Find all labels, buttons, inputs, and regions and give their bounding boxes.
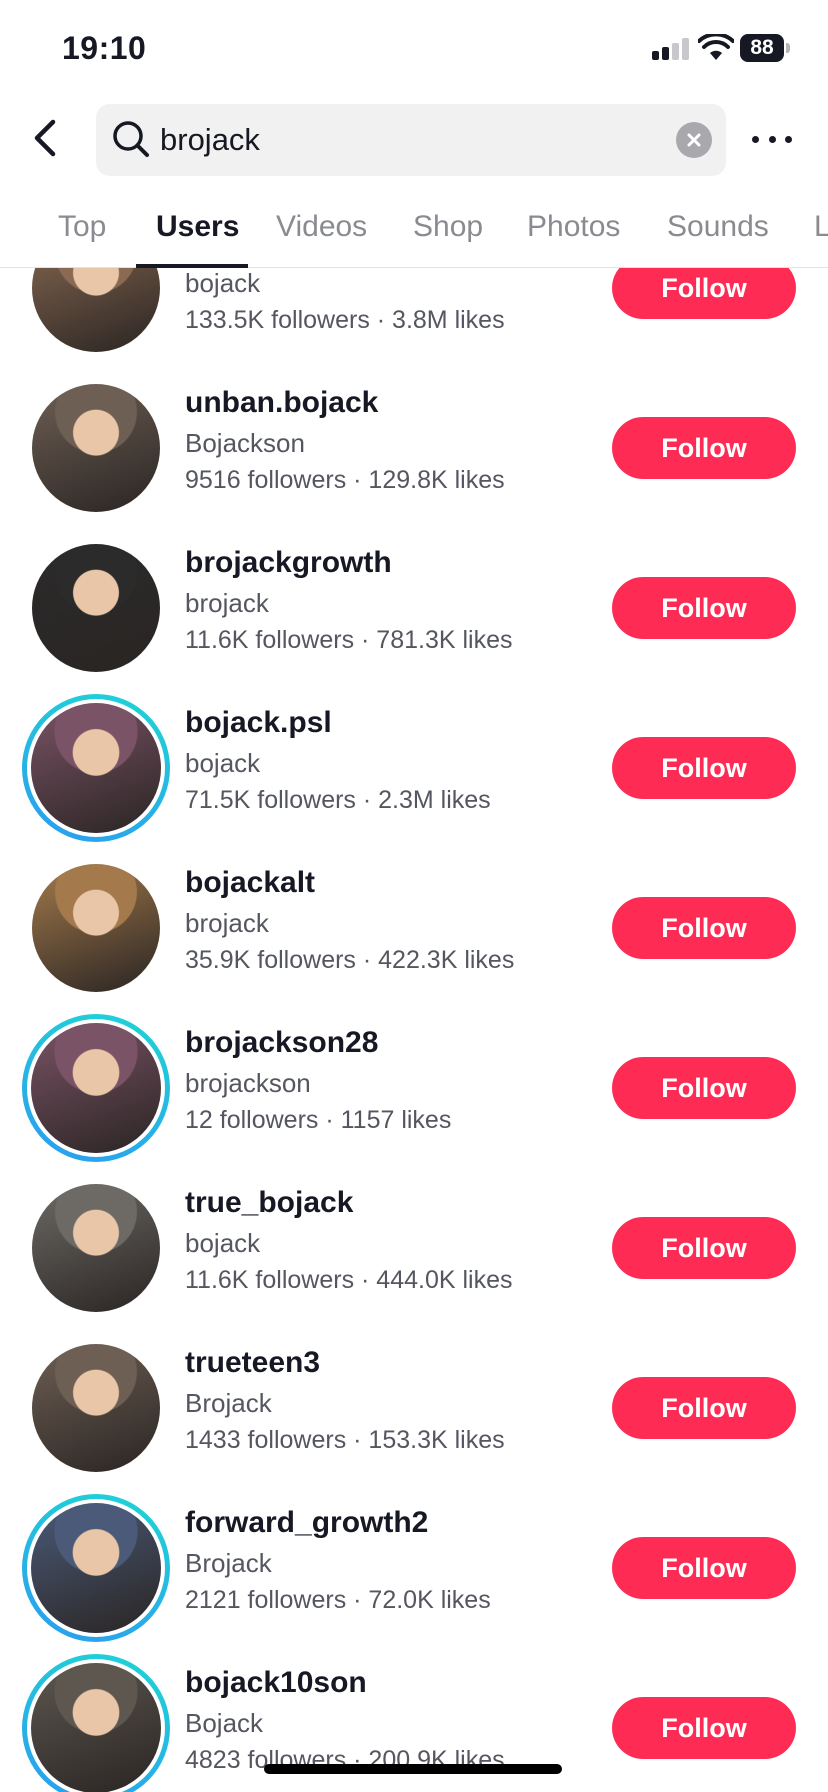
more-dot-icon — [785, 135, 792, 143]
follow-button[interactable]: Follow — [612, 577, 796, 639]
nickname: brojackson — [185, 1068, 311, 1098]
close-icon — [687, 133, 701, 147]
battery-level: 88 — [740, 34, 784, 62]
avatar-image — [32, 864, 160, 992]
tab-videos[interactable]: Videos — [276, 210, 367, 244]
follower-stats: 11.6K followers · 444.0K likes — [185, 1266, 513, 1294]
nickname: bojack — [185, 268, 261, 298]
battery-icon: 88 — [740, 34, 790, 62]
follower-stats: 133.5K followers · 3.8M likes — [185, 306, 505, 334]
status-bar: 19:10 88 — [0, 0, 828, 100]
avatar-image — [32, 384, 160, 512]
follow-button[interactable]: Follow — [612, 897, 796, 959]
username[interactable]: bojack.psl — [185, 706, 332, 740]
avatar[interactable] — [32, 864, 160, 992]
tab-photos[interactable]: Photos — [527, 210, 620, 244]
user-result-row[interactable]: bojack.psl bojack 71.5K followers · 2.3M l… — [0, 688, 828, 848]
follow-button[interactable]: Follow — [612, 737, 796, 799]
username[interactable]: true_bojack — [185, 1186, 353, 1220]
status-time: 19:10 — [62, 30, 147, 66]
chevron-left-icon — [34, 119, 56, 157]
username[interactable]: unban.bojack — [185, 386, 378, 420]
avatar[interactable] — [32, 1184, 160, 1312]
follow-button[interactable]: Follow — [612, 1217, 796, 1279]
avatar-with-story-ring[interactable] — [22, 694, 170, 842]
tab-shop[interactable]: Shop — [413, 210, 483, 244]
avatar-image — [31, 1503, 161, 1633]
avatar[interactable] — [32, 268, 160, 352]
username[interactable]: bojackalt — [185, 866, 315, 900]
avatar[interactable] — [32, 544, 160, 672]
tab-users[interactable]: Users — [156, 210, 239, 244]
nickname: Brojack — [185, 1548, 272, 1578]
avatar[interactable] — [32, 384, 160, 512]
tab-sounds[interactable]: Sounds — [667, 210, 769, 244]
follower-stats: 1433 followers · 153.3K likes — [185, 1426, 505, 1454]
avatar-with-story-ring[interactable] — [22, 1654, 170, 1792]
nickname: Brojack — [185, 1388, 272, 1418]
user-result-row[interactable]: brojackson28 brojackson 12 followers · 115… — [0, 1008, 828, 1168]
follower-stats: 2121 followers · 72.0K likes — [185, 1586, 491, 1614]
user-result-row[interactable]: brojackgrowth brojack 11.6K followers · 78… — [0, 528, 828, 688]
username[interactable]: brojackson28 — [185, 1026, 378, 1060]
nickname: brojack — [185, 908, 269, 938]
avatar-image — [31, 1663, 161, 1792]
nickname: bojack — [185, 748, 261, 778]
avatar-image — [31, 1023, 161, 1153]
follower-stats: 11.6K followers · 781.3K likes — [185, 626, 513, 654]
back-button[interactable] — [26, 116, 62, 160]
follow-button[interactable]: Follow — [612, 1377, 796, 1439]
cellular-signal-icon — [652, 38, 690, 60]
search-bar[interactable] — [96, 104, 726, 176]
search-icon — [113, 121, 149, 157]
follow-button[interactable]: Follow — [612, 268, 796, 319]
username[interactable]: bojack10son — [185, 1666, 367, 1700]
follower-stats: 12 followers · 1157 likes — [185, 1106, 452, 1134]
nickname: brojack — [185, 588, 269, 618]
avatar-image — [32, 544, 160, 672]
avatar-with-story-ring[interactable] — [22, 1014, 170, 1162]
follow-button[interactable]: Follow — [612, 1057, 796, 1119]
user-results-list[interactable]: forward_growthbojack133.5K followers · 3… — [0, 268, 828, 1792]
username[interactable]: trueteen3 — [185, 1346, 320, 1380]
username[interactable]: forward_growth2 — [185, 1506, 428, 1540]
follower-stats: 71.5K followers · 2.3M likes — [185, 786, 491, 814]
avatar-with-story-ring[interactable] — [22, 1494, 170, 1642]
tab-live[interactable]: L — [814, 210, 828, 244]
follower-stats: 35.9K followers · 422.3K likes — [185, 946, 515, 974]
more-dot-icon — [768, 135, 776, 143]
tab-top[interactable]: Top — [58, 210, 106, 244]
avatar[interactable] — [32, 1344, 160, 1472]
follow-button[interactable]: Follow — [612, 1537, 796, 1599]
home-indicator — [264, 1764, 562, 1774]
search-input[interactable] — [160, 116, 660, 164]
nickname: bojack — [185, 1228, 261, 1258]
follow-button[interactable]: Follow — [612, 417, 796, 479]
follower-stats: 9516 followers · 129.8K likes — [185, 466, 505, 494]
avatar-image — [31, 703, 161, 833]
follow-button[interactable]: Follow — [612, 1697, 796, 1759]
user-result-row[interactable]: forward_growthbojack133.5K followers · 3… — [0, 268, 828, 368]
clear-search-button[interactable] — [676, 122, 712, 158]
user-result-row[interactable]: bojackalt brojack 35.9K followers · 422.3K… — [0, 848, 828, 1008]
nickname: Bojackson — [185, 428, 305, 458]
more-options-button[interactable] — [752, 124, 792, 154]
search-tabs: Top Users Videos Shop Photos Sounds L — [0, 190, 828, 268]
username[interactable]: brojackgrowth — [185, 546, 392, 580]
nickname: Bojack — [185, 1708, 264, 1738]
avatar-image — [32, 268, 160, 352]
user-result-row[interactable]: trueteen3 Brojack 1433 followers · 153.3K … — [0, 1328, 828, 1488]
avatar-image — [32, 1184, 160, 1312]
user-result-row[interactable]: true_bojackbojack 11.6K followers · 444.0… — [0, 1168, 828, 1328]
user-result-row[interactable]: unban.bojack Bojackson 9516 followers · 12… — [0, 368, 828, 528]
more-dot-icon — [752, 135, 759, 143]
user-result-row[interactable]: forward_growth2 Brojack 2121 followers · 7… — [0, 1488, 828, 1648]
avatar-image — [32, 1344, 160, 1472]
wifi-icon — [698, 34, 734, 60]
